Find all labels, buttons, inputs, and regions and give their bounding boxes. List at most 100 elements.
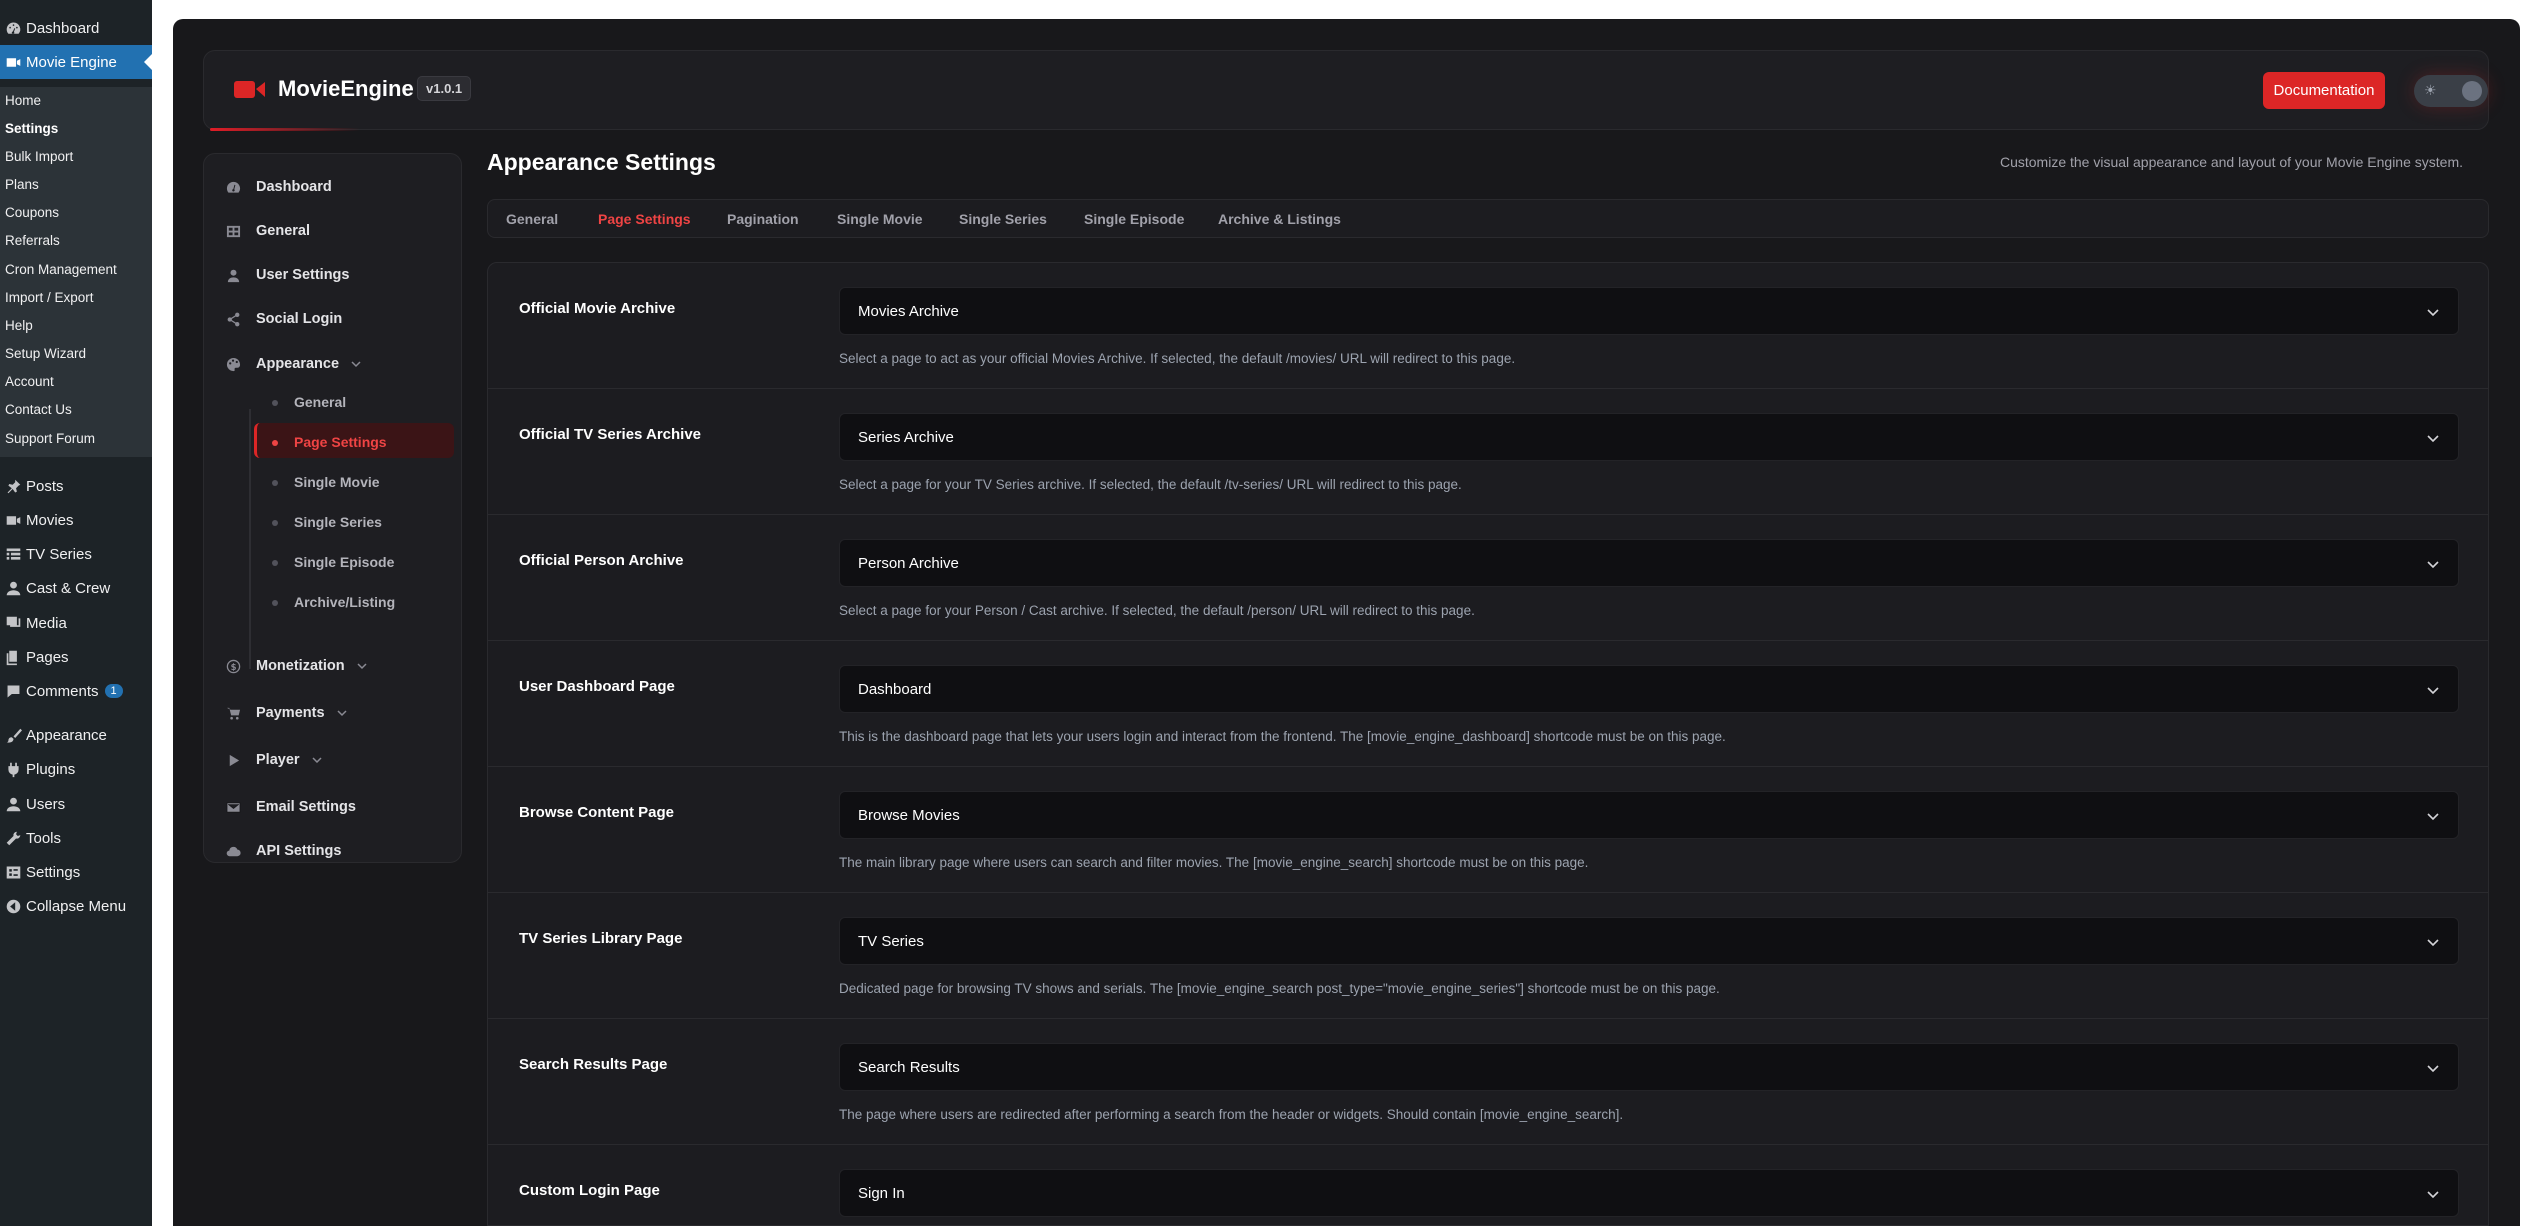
wp-submenu-setup-wizard[interactable]: Setup Wizard: [5, 346, 86, 361]
documentation-button[interactable]: Documentation: [2263, 72, 2385, 109]
select-value: Sign In: [858, 1184, 905, 1202]
tab-archive-listings[interactable]: Archive & Listings: [1218, 211, 1341, 227]
setting-description: Select a page for your Person / Cast arc…: [839, 603, 1475, 618]
browse-content-select[interactable]: Browse Movies: [839, 791, 2459, 839]
wp-submenu-import-export[interactable]: Import / Export: [5, 290, 94, 305]
wp-menu-label: Posts: [26, 477, 64, 495]
wp-menu-label: Comments: [26, 682, 99, 700]
mail-icon: [204, 800, 256, 815]
sidebar-item-label: Player: [256, 752, 300, 768]
sidebar-sub-label: Single Episode: [294, 554, 395, 570]
wp-menu-movie-engine[interactable]: Movie Engine: [0, 45, 152, 79]
wp-menu-media[interactable]: Media: [0, 608, 152, 638]
cloud-icon: [204, 844, 256, 859]
wp-submenu-settings[interactable]: Settings: [5, 121, 58, 136]
sidebar-item-label: User Settings: [256, 267, 350, 283]
wp-submenu-home[interactable]: Home: [5, 93, 41, 108]
setting-row-tv-series-archive: Official TV Series Archive Series Archiv…: [488, 389, 2488, 515]
wp-submenu-bulk-import[interactable]: Bulk Import: [5, 149, 73, 164]
person-archive-select[interactable]: Person Archive: [839, 539, 2459, 587]
chevron-down-icon: [2427, 813, 2439, 821]
setting-row-browse-content: Browse Content Page Browse Movies The ma…: [488, 767, 2488, 893]
sidebar-item-email-settings[interactable]: Email Settings: [204, 788, 463, 826]
sidebar-sub-label: General: [294, 394, 347, 410]
wp-submenu-plans[interactable]: Plans: [5, 177, 39, 192]
wp-menu-label: Plugins: [26, 760, 76, 778]
chevron-down-icon: [351, 361, 361, 368]
movie-archive-select[interactable]: Movies Archive: [839, 287, 2459, 335]
sidebar-item-dashboard[interactable]: Dashboard: [204, 168, 463, 206]
tab-single-series[interactable]: Single Series: [959, 211, 1047, 227]
wp-menu-tools[interactable]: Tools: [0, 823, 152, 853]
wp-menu-posts[interactable]: Posts: [0, 471, 152, 501]
tab-single-movie[interactable]: Single Movie: [837, 211, 923, 227]
sidebar-sub-archive-listing[interactable]: Archive/Listing: [272, 594, 395, 610]
sidebar-sub-single-episode[interactable]: Single Episode: [272, 554, 395, 570]
wp-submenu-account[interactable]: Account: [5, 374, 54, 389]
wp-menu-cast-crew[interactable]: Cast & Crew: [0, 573, 152, 603]
app-header: MovieEngine v1.0.1 Documentation ☀: [203, 50, 2489, 131]
wp-menu-label: Media: [26, 614, 67, 632]
tv-series-archive-select[interactable]: Series Archive: [839, 413, 2459, 461]
share-icon: [204, 312, 256, 327]
select-value: Series Archive: [858, 428, 954, 446]
wp-menu-plugins[interactable]: Plugins: [0, 754, 152, 784]
theme-toggle[interactable]: ☀: [2414, 75, 2488, 107]
wp-submenu-coupons[interactable]: Coupons: [5, 205, 59, 220]
wp-menu-comments[interactable]: Comments 1: [0, 676, 152, 706]
sidebar-item-appearance[interactable]: Appearance: [204, 345, 463, 383]
wp-menu-settings[interactable]: Settings: [0, 857, 152, 887]
tab-page-settings[interactable]: Page Settings: [598, 211, 691, 227]
sidebar-item-monetization[interactable]: $ Monetization: [204, 647, 463, 685]
setting-row-tv-series-library: TV Series Library Page TV Series Dedicat…: [488, 893, 2488, 1019]
sidebar-sub-single-movie[interactable]: Single Movie: [272, 474, 380, 490]
select-value: Movies Archive: [858, 302, 959, 320]
wp-menu-appearance[interactable]: Appearance: [0, 720, 152, 750]
user-dashboard-select[interactable]: Dashboard: [839, 665, 2459, 713]
setting-label: Custom Login Page: [519, 1182, 660, 1199]
sidebar-item-social-login[interactable]: Social Login: [204, 300, 463, 338]
toggle-knob: [2462, 81, 2482, 101]
select-value: Person Archive: [858, 554, 959, 572]
wp-menu-pages[interactable]: Pages: [0, 642, 152, 672]
tab-general[interactable]: General: [506, 211, 558, 227]
custom-login-select[interactable]: Sign In: [839, 1169, 2459, 1217]
setting-label: User Dashboard Page: [519, 678, 675, 695]
wp-menu-collapse[interactable]: Collapse Menu: [0, 891, 152, 921]
wp-menu-label: Settings: [26, 863, 81, 881]
sidebar-sub-single-series[interactable]: Single Series: [272, 514, 382, 530]
sidebar-item-api-settings[interactable]: API Settings: [204, 832, 463, 870]
wp-submenu-referrals[interactable]: Referrals: [5, 233, 60, 248]
sidebar-sub-page-settings[interactable]: Page Settings: [272, 434, 387, 450]
wp-submenu-help[interactable]: Help: [5, 318, 33, 333]
wp-menu-dashboard[interactable]: Dashboard: [0, 13, 152, 43]
sidebar-item-player[interactable]: Player: [204, 741, 463, 779]
select-value: Search Results: [858, 1058, 960, 1076]
setting-row-search-results: Search Results Page Search Results The p…: [488, 1019, 2488, 1145]
wp-menu-tv-series[interactable]: TV Series: [0, 539, 152, 569]
sidebar-item-payments[interactable]: Payments: [204, 694, 463, 732]
tv-series-library-select[interactable]: TV Series: [839, 917, 2459, 965]
setting-description: The main library page where users can se…: [839, 855, 1589, 870]
plug-icon: [0, 761, 26, 778]
wp-menu-users[interactable]: Users: [0, 789, 152, 819]
user-icon: [0, 796, 26, 813]
tab-pagination[interactable]: Pagination: [727, 211, 799, 227]
wp-submenu-support[interactable]: Support Forum: [5, 431, 95, 446]
setting-row-movie-archive: Official Movie Archive Movies Archive Se…: [488, 263, 2488, 389]
wp-menu-label: Appearance: [26, 726, 107, 744]
wrench-icon: [0, 830, 26, 847]
sidebar-item-general[interactable]: General: [204, 212, 463, 250]
sidebar-item-user-settings[interactable]: User Settings: [204, 256, 463, 294]
dashboard-icon: [204, 180, 256, 195]
select-value: TV Series: [858, 932, 924, 950]
wp-menu-movies[interactable]: Movies: [0, 505, 152, 535]
search-results-select[interactable]: Search Results: [839, 1043, 2459, 1091]
wp-submenu: Home Settings Bulk Import Plans Coupons …: [0, 87, 152, 457]
sidebar-sub-general[interactable]: General: [272, 394, 347, 410]
wp-submenu-cron[interactable]: Cron Management: [5, 262, 117, 277]
wp-admin-menu: Dashboard Movie Engine Home Settings Bul…: [0, 0, 152, 1226]
tab-single-episode[interactable]: Single Episode: [1084, 211, 1184, 227]
wp-submenu-contact[interactable]: Contact Us: [5, 402, 72, 417]
dollar-icon: $: [204, 659, 256, 674]
